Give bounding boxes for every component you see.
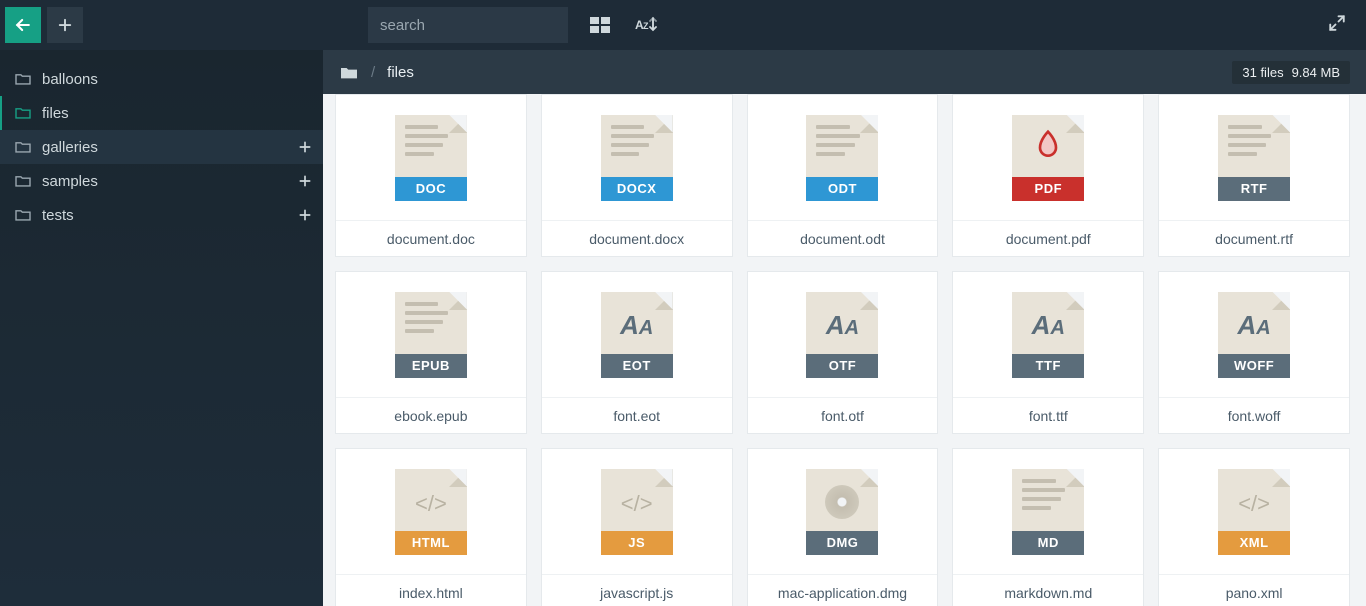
file-card[interactable]: </>XMLpano.xml [1158,448,1350,606]
file-card[interactable]: DOCdocument.doc [335,94,527,257]
file-type-icon: AAOTF [748,272,938,397]
file-card[interactable]: MDmarkdown.md [952,448,1144,606]
file-type-icon: PDF [953,95,1143,220]
file-name: javascript.js [542,574,732,606]
sidebar-item-label: balloons [42,71,313,88]
file-name: font.otf [748,397,938,433]
file-name: pano.xml [1159,574,1349,606]
file-card[interactable]: DOCXdocument.docx [541,94,733,257]
file-type-icon: EPUB [336,272,526,397]
file-card[interactable]: EPUBebook.epub [335,271,527,434]
folder-icon [14,106,32,120]
file-name: font.woff [1159,397,1349,433]
file-type-icon: AAEOT [542,272,732,397]
home-icon[interactable] [339,64,359,80]
file-card[interactable]: AAOTFfont.otf [747,271,939,434]
file-grid: DOCdocument.docDOCXdocument.docxODTdocum… [335,94,1350,606]
file-type-icon: DOCX [542,95,732,220]
sidebar-item-samples[interactable]: samples [0,164,323,198]
file-card[interactable]: RTFdocument.rtf [1158,94,1350,257]
file-name: document.rtf [1159,220,1349,256]
file-name: font.ttf [953,397,1143,433]
folder-icon [14,140,32,154]
file-card[interactable]: AATTFfont.ttf [952,271,1144,434]
file-name: ebook.epub [336,397,526,433]
file-type-icon: AAWOFF [1159,272,1349,397]
view-mode-button[interactable] [586,11,614,39]
file-name: index.html [336,574,526,606]
file-type-icon: RTF [1159,95,1349,220]
file-type-icon: DOC [336,95,526,220]
file-card[interactable]: AAWOFFfont.woff [1158,271,1350,434]
topbar: AZ [0,0,1366,50]
file-type-icon: ODT [748,95,938,220]
file-card[interactable]: AAEOTfont.eot [541,271,733,434]
sidebar-item-tests[interactable]: tests [0,198,323,232]
file-type-icon: AATTF [953,272,1143,397]
folder-icon [14,208,32,222]
folder-icon [14,174,32,188]
breadcrumb-current[interactable]: files [387,64,414,81]
folder-size: 9.84 MB [1292,65,1340,80]
file-grid-scroll[interactable]: DOCdocument.docDOCXdocument.docxODTdocum… [323,94,1366,606]
collapse-sidebar-button[interactable] [5,7,41,43]
file-name: document.odt [748,220,938,256]
file-type-icon: </>HTML [336,449,526,574]
new-item-button[interactable] [47,7,83,43]
add-subfolder-icon[interactable] [297,207,313,223]
file-name: document.docx [542,220,732,256]
search-input[interactable] [380,17,556,34]
folder-icon [14,72,32,86]
file-type-icon: </>JS [542,449,732,574]
file-card[interactable]: ODTdocument.odt [747,94,939,257]
file-name: document.doc [336,220,526,256]
sidebar-item-balloons[interactable]: balloons [0,62,323,96]
folder-stats: 31 files 9.84 MB [1232,61,1350,84]
file-name: document.pdf [953,220,1143,256]
sidebar-item-files[interactable]: files [0,96,323,130]
file-card[interactable]: PDFdocument.pdf [952,94,1144,257]
file-name: font.eot [542,397,732,433]
sidebar-item-galleries[interactable]: galleries [0,130,323,164]
sidebar-item-label: files [42,105,313,122]
sort-button[interactable]: AZ [632,11,660,39]
file-count: 31 files [1242,65,1283,80]
file-type-icon: </>XML [1159,449,1349,574]
file-card[interactable]: </>JSjavascript.js [541,448,733,606]
file-name: mac-application.dmg [748,574,938,606]
add-subfolder-icon[interactable] [297,173,313,189]
file-card[interactable]: </>HTMLindex.html [335,448,527,606]
file-type-icon: DMG [748,449,938,574]
fullscreen-button[interactable] [1328,14,1346,37]
sidebar-item-label: galleries [42,139,297,156]
breadcrumb-bar: / files 31 files 9.84 MB [323,50,1366,94]
sidebar: balloons files galleries samples tests [0,50,323,606]
sidebar-item-label: tests [42,207,297,224]
file-type-icon: MD [953,449,1143,574]
sidebar-item-label: samples [42,173,297,190]
svg-text:Z: Z [643,21,649,31]
search-box[interactable] [368,7,568,43]
file-card[interactable]: DMGmac-application.dmg [747,448,939,606]
main-panel: / files 31 files 9.84 MB DOCdocument.doc… [323,50,1366,606]
add-subfolder-icon[interactable] [297,139,313,155]
breadcrumb-separator: / [371,64,375,81]
file-name: markdown.md [953,574,1143,606]
